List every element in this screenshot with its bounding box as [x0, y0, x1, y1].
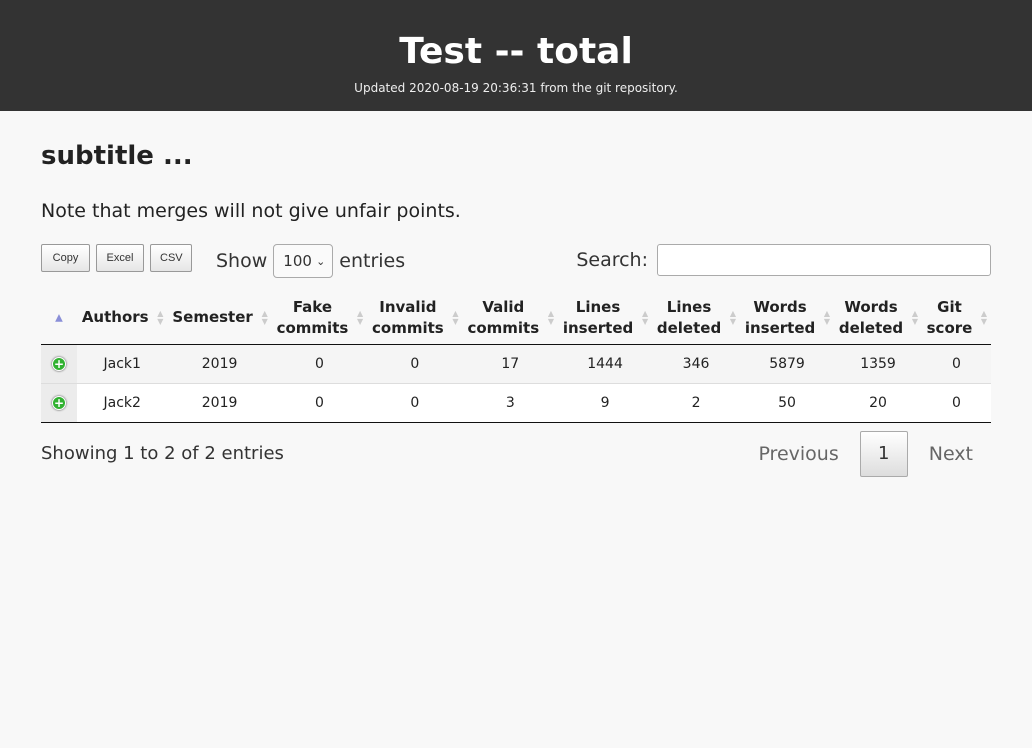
sort-icon: ▲ ▼: [729, 308, 736, 326]
copy-button[interactable]: Copy: [41, 244, 90, 272]
column-header-invalid-commits[interactable]: Invalid commits ▲ ▼: [367, 292, 463, 345]
page-title: Test -- total: [399, 31, 633, 72]
cell-git-score: 0: [921, 344, 991, 384]
cell-valid-commits: 3: [462, 383, 558, 423]
search-area: Search:: [576, 244, 991, 276]
cell-words-inserted: 50: [739, 383, 835, 423]
cell-author: Jack2: [77, 383, 168, 423]
sort-icon: ▲ ▼: [911, 308, 918, 326]
sort-icon: ▲ ▼: [980, 308, 987, 326]
cell-lines-deleted: 346: [652, 344, 740, 384]
table-toolbar: Copy Excel CSV Show 100 ⌄ entries Search…: [41, 244, 991, 292]
row-expand-cell[interactable]: +: [41, 383, 77, 423]
cell-invalid-commits: 0: [367, 344, 463, 384]
entries-length: Show 100 ⌄ entries: [216, 244, 405, 278]
column-header-git-score[interactable]: Git score ▲ ▼: [921, 292, 991, 345]
cell-git-score: 0: [921, 383, 991, 423]
show-label: Show: [216, 250, 268, 272]
cell-lines-deleted: 2: [652, 383, 740, 423]
entries-select[interactable]: 100 ⌄: [273, 244, 334, 278]
column-header-lines-inserted[interactable]: Lines inserted ▲ ▼: [558, 292, 653, 345]
plus-circle-icon[interactable]: +: [52, 356, 66, 371]
table-header-row: ▲ Authors ▲ ▼ Semester ▲ ▼ Fake commits ▲ ▼ Inv…: [41, 292, 991, 345]
cell-semester: 2019: [167, 383, 272, 423]
sort-icon: ▲ ▼: [157, 308, 164, 326]
sort-icon: ▲ ▼: [261, 308, 268, 326]
table-row: + Jack1 2019 0 0 17 1444 346 5879 1359 0: [41, 344, 991, 384]
cell-fake-commits: 0: [271, 383, 368, 423]
sort-ascending-icon: ▲: [55, 312, 63, 324]
column-header-words-inserted[interactable]: Words inserted ▲ ▼: [739, 292, 835, 345]
plus-circle-icon[interactable]: +: [52, 395, 66, 410]
cell-valid-commits: 17: [462, 344, 558, 384]
sort-icon: ▲ ▼: [452, 308, 459, 326]
sort-icon: ▲ ▼: [547, 308, 554, 326]
data-table: ▲ Authors ▲ ▼ Semester ▲ ▼ Fake commits ▲ ▼ Inv…: [41, 292, 991, 423]
column-header-lines-deleted[interactable]: Lines deleted ▲ ▼: [652, 292, 740, 345]
cell-fake-commits: 0: [271, 344, 368, 384]
cell-words-deleted: 20: [834, 383, 922, 423]
column-header-authors[interactable]: Authors ▲ ▼: [77, 292, 168, 345]
column-header-valid-commits[interactable]: Valid commits ▲ ▼: [462, 292, 558, 345]
cell-semester: 2019: [167, 344, 272, 384]
search-input[interactable]: [657, 244, 991, 276]
page-button-1[interactable]: 1: [859, 430, 908, 477]
previous-button[interactable]: Previous: [740, 431, 856, 477]
cell-words-deleted: 1359: [834, 344, 922, 384]
cell-invalid-commits: 0: [367, 383, 463, 423]
column-header-control[interactable]: ▲: [41, 292, 77, 345]
table-footer: Showing 1 to 2 of 2 entries Previous 1 N…: [41, 427, 991, 483]
column-header-semester[interactable]: Semester ▲ ▼: [167, 292, 272, 345]
entries-info: Showing 1 to 2 of 2 entries: [41, 442, 284, 464]
entries-select-value: 100: [283, 252, 312, 270]
sort-icon: ▲ ▼: [641, 308, 649, 326]
row-expand-cell[interactable]: +: [41, 344, 77, 384]
note-text: Note that merges will not give unfair po…: [41, 200, 461, 222]
next-button[interactable]: Next: [911, 431, 991, 477]
sort-icon: ▲ ▼: [357, 308, 364, 326]
cell-author: Jack1: [77, 344, 168, 384]
entries-label: entries: [339, 250, 406, 272]
subtitle: subtitle ...: [41, 141, 193, 171]
cell-words-inserted: 5879: [739, 344, 835, 384]
cell-lines-inserted: 9: [558, 383, 653, 423]
updated-text: Updated 2020-08-19 20:36:31 from the git…: [354, 81, 678, 95]
csv-button[interactable]: CSV: [150, 244, 192, 272]
excel-button[interactable]: Excel: [96, 244, 144, 272]
column-header-fake-commits[interactable]: Fake commits ▲ ▼: [271, 292, 368, 345]
table-row: + Jack2 2019 0 0 3 9 2 50 20 0: [41, 383, 991, 423]
search-label: Search:: [576, 249, 648, 271]
main-content: subtitle ... Note that merges will not g…: [0, 141, 1032, 483]
pagination: Previous 1 Next: [740, 430, 991, 477]
page-header: Test -- total Updated 2020-08-19 20:36:3…: [0, 0, 1032, 111]
chevron-down-icon: ⌄: [316, 254, 326, 268]
cell-lines-inserted: 1444: [558, 344, 653, 384]
column-header-words-deleted[interactable]: Words deleted ▲ ▼: [834, 292, 922, 345]
sort-icon: ▲ ▼: [823, 308, 831, 326]
